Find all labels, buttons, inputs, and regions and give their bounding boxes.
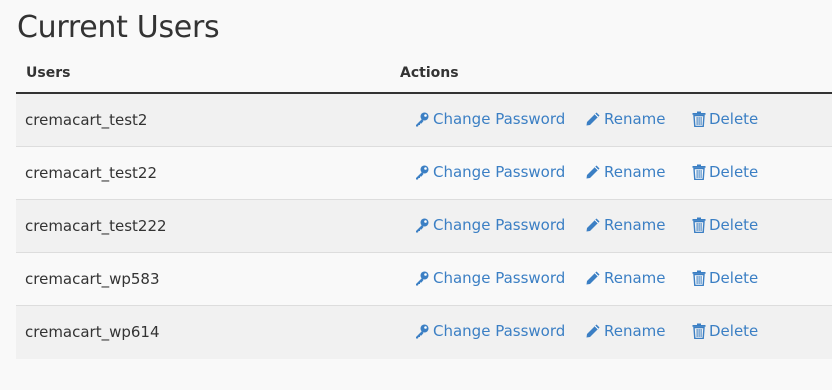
username-cell: cremacart_wp614 — [25, 323, 160, 341]
change-password-label: Change Password — [433, 163, 566, 181]
column-header-users: Users — [26, 65, 71, 81]
key-icon — [416, 324, 429, 339]
key-icon — [416, 165, 429, 180]
users-table: Users Actions cremacart_test2 Change Pas… — [16, 56, 832, 359]
table-row: cremacart_wp614 Change Password Rename D… — [16, 306, 832, 359]
username-cell: cremacart_test222 — [25, 217, 167, 235]
table-row: cremacart_test22 Change Password Rename — [16, 147, 832, 200]
change-password-link[interactable]: Change Password — [414, 110, 565, 128]
pencil-icon — [586, 324, 600, 338]
change-password-label: Change Password — [433, 110, 566, 128]
page-title: Current Users — [17, 10, 220, 45]
table-header: Users Actions — [16, 56, 832, 94]
change-password-label: Change Password — [433, 322, 566, 340]
delete-link[interactable]: Delete — [692, 269, 758, 287]
table-body: cremacart_test2 Change Password Rename D… — [16, 94, 832, 359]
column-header-actions: Actions — [400, 65, 459, 81]
pencil-icon — [586, 112, 600, 126]
trash-icon — [692, 111, 706, 127]
trash-icon — [692, 270, 706, 286]
delete-label: Delete — [709, 269, 759, 287]
rename-label: Rename — [604, 216, 666, 234]
trash-icon — [692, 217, 706, 233]
delete-link[interactable]: Delete — [692, 110, 758, 128]
rename-link[interactable]: Rename — [585, 216, 666, 234]
current-users-page: Current Users Users Actions cremacart_te… — [0, 0, 832, 390]
key-icon — [416, 112, 429, 127]
trash-icon — [692, 323, 706, 339]
rename-label: Rename — [604, 322, 666, 340]
change-password-link[interactable]: Change Password — [414, 216, 565, 234]
table-row: cremacart_test2 Change Password Rename D… — [16, 94, 832, 147]
delete-label: Delete — [709, 216, 759, 234]
change-password-link[interactable]: Change Password — [414, 269, 565, 287]
username-cell: cremacart_wp583 — [25, 270, 160, 288]
change-password-link[interactable]: Change Password — [414, 163, 565, 181]
rename-label: Rename — [604, 163, 666, 181]
trash-icon — [692, 164, 706, 180]
rename-link[interactable]: Rename — [585, 269, 666, 287]
delete-link[interactable]: Delete — [692, 322, 758, 340]
key-icon — [416, 271, 429, 286]
pencil-icon — [586, 271, 600, 285]
rename-link[interactable]: Rename — [585, 110, 666, 128]
pencil-icon — [586, 165, 600, 179]
delete-label: Delete — [709, 322, 759, 340]
rename-link[interactable]: Rename — [585, 322, 666, 340]
pencil-icon — [586, 218, 600, 232]
username-cell: cremacart_test2 — [25, 111, 148, 129]
username-cell: cremacart_test22 — [25, 164, 157, 182]
change-password-label: Change Password — [433, 216, 566, 234]
change-password-link[interactable]: Change Password — [414, 322, 565, 340]
table-row: cremacart_test222 Change Password Rename — [16, 200, 832, 253]
key-icon — [416, 218, 429, 233]
change-password-label: Change Password — [433, 269, 566, 287]
delete-link[interactable]: Delete — [692, 216, 758, 234]
table-row: cremacart_wp583 Change Password Rename D… — [16, 253, 832, 306]
rename-label: Rename — [604, 110, 666, 128]
delete-link[interactable]: Delete — [692, 163, 758, 181]
rename-link[interactable]: Rename — [585, 163, 666, 181]
delete-label: Delete — [709, 163, 759, 181]
delete-label: Delete — [709, 110, 759, 128]
rename-label: Rename — [604, 269, 666, 287]
